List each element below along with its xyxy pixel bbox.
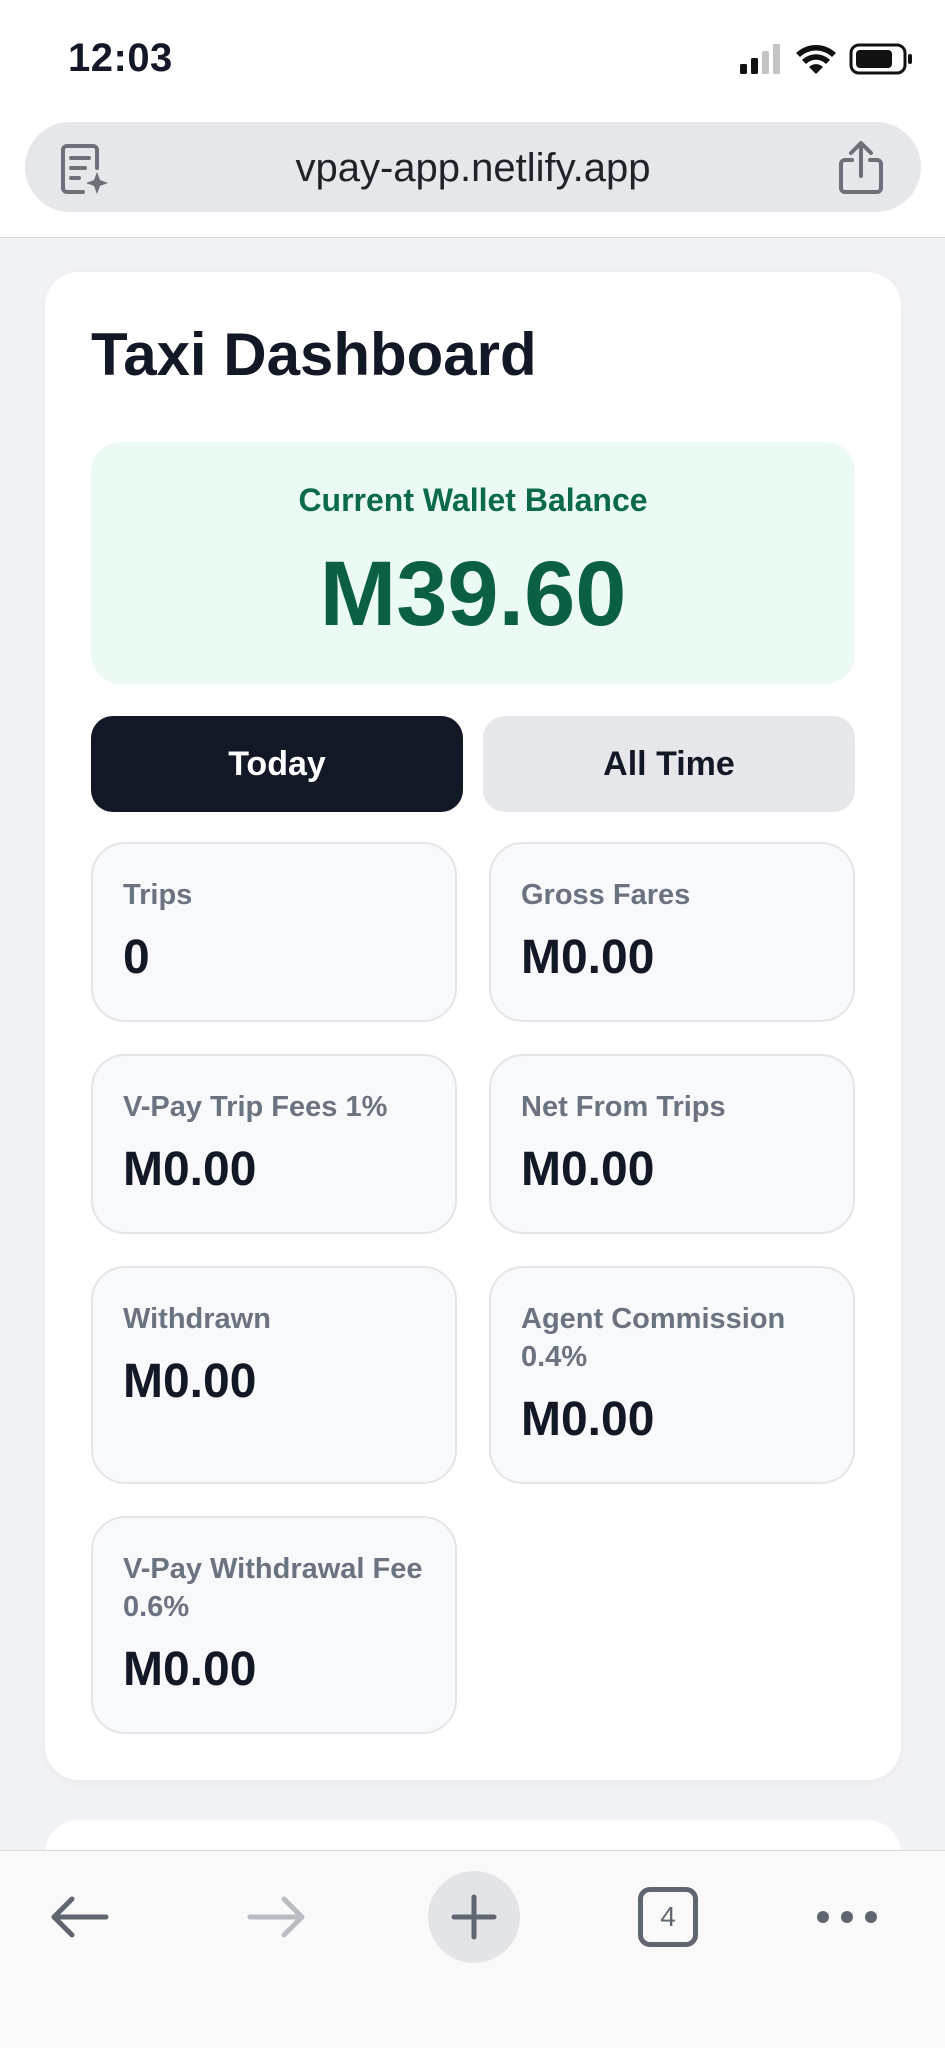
tab-all-time[interactable]: All Time: [483, 716, 855, 812]
stat-value: M0.00: [123, 1355, 257, 1408]
arrow-left-icon: [51, 1896, 109, 1938]
stat-label: Net From Trips: [521, 1091, 726, 1123]
stat-card-net-from-trips: Net From Trips M0.00: [489, 1054, 855, 1234]
tab-today[interactable]: Today: [91, 716, 463, 812]
share-icon[interactable]: [833, 138, 889, 198]
cellular-signal-icon: [740, 44, 780, 74]
stat-value: M0.00: [521, 1393, 655, 1446]
url-text[interactable]: vpay-app.netlify.app: [25, 146, 921, 191]
stat-value: M0.00: [521, 931, 655, 984]
stat-value: M0.00: [123, 1643, 257, 1696]
stat-card-withdrawal-fee: V-Pay Withdrawal Fee 0.6% M0.00: [91, 1516, 457, 1734]
status-bar: 12:03: [0, 0, 945, 118]
stat-label: V-Pay Withdrawal Fee 0.6%: [123, 1553, 423, 1623]
browser-bottom-bar: 4: [0, 1850, 945, 2048]
wallet-balance-panel: Current Wallet Balance M39.60: [91, 442, 855, 684]
tab-count-badge: 4: [638, 1887, 698, 1947]
wallet-balance-label: Current Wallet Balance: [298, 482, 648, 518]
browser-toolbar: vpay-app.netlify.app: [0, 118, 945, 238]
back-button[interactable]: [42, 1879, 118, 1955]
status-icons: [740, 43, 912, 75]
stat-card-trips: Trips 0: [91, 842, 457, 1022]
stat-label: Gross Fares: [521, 879, 691, 911]
more-button[interactable]: [812, 1879, 882, 1955]
address-bar[interactable]: vpay-app.netlify.app: [25, 122, 921, 212]
stat-value: M0.00: [521, 1143, 655, 1196]
tabs-button[interactable]: 4: [636, 1879, 700, 1955]
stat-label: Withdrawn: [123, 1303, 271, 1335]
stat-label: Trips: [123, 879, 193, 911]
plus-icon: [451, 1894, 497, 1940]
stat-card-trip-fees: V-Pay Trip Fees 1% M0.00: [91, 1054, 457, 1234]
wifi-icon: [796, 45, 836, 74]
stat-value: 0: [123, 931, 150, 984]
forward-button[interactable]: [238, 1879, 314, 1955]
battery-icon: [849, 43, 912, 75]
more-dots-icon: [817, 1911, 877, 1923]
arrow-right-icon: [247, 1896, 305, 1938]
stat-label: V-Pay Trip Fees 1%: [123, 1091, 388, 1123]
stat-card-gross-fares: Gross Fares M0.00: [489, 842, 855, 1022]
wallet-balance-value: M39.60: [319, 543, 627, 645]
dashboard-card: Taxi Dashboard Current Wallet Balance M3…: [45, 272, 901, 1780]
stat-label: Agent Commission 0.4%: [521, 1303, 786, 1373]
stat-value: M0.00: [123, 1143, 257, 1196]
stat-card-agent-commission: Agent Commission 0.4% M0.00: [489, 1266, 855, 1484]
stat-card-withdrawn: Withdrawn M0.00: [91, 1266, 457, 1484]
page-title: Taxi Dashboard: [91, 321, 537, 388]
new-tab-button[interactable]: [428, 1871, 520, 1963]
status-time: 12:03: [68, 36, 173, 80]
